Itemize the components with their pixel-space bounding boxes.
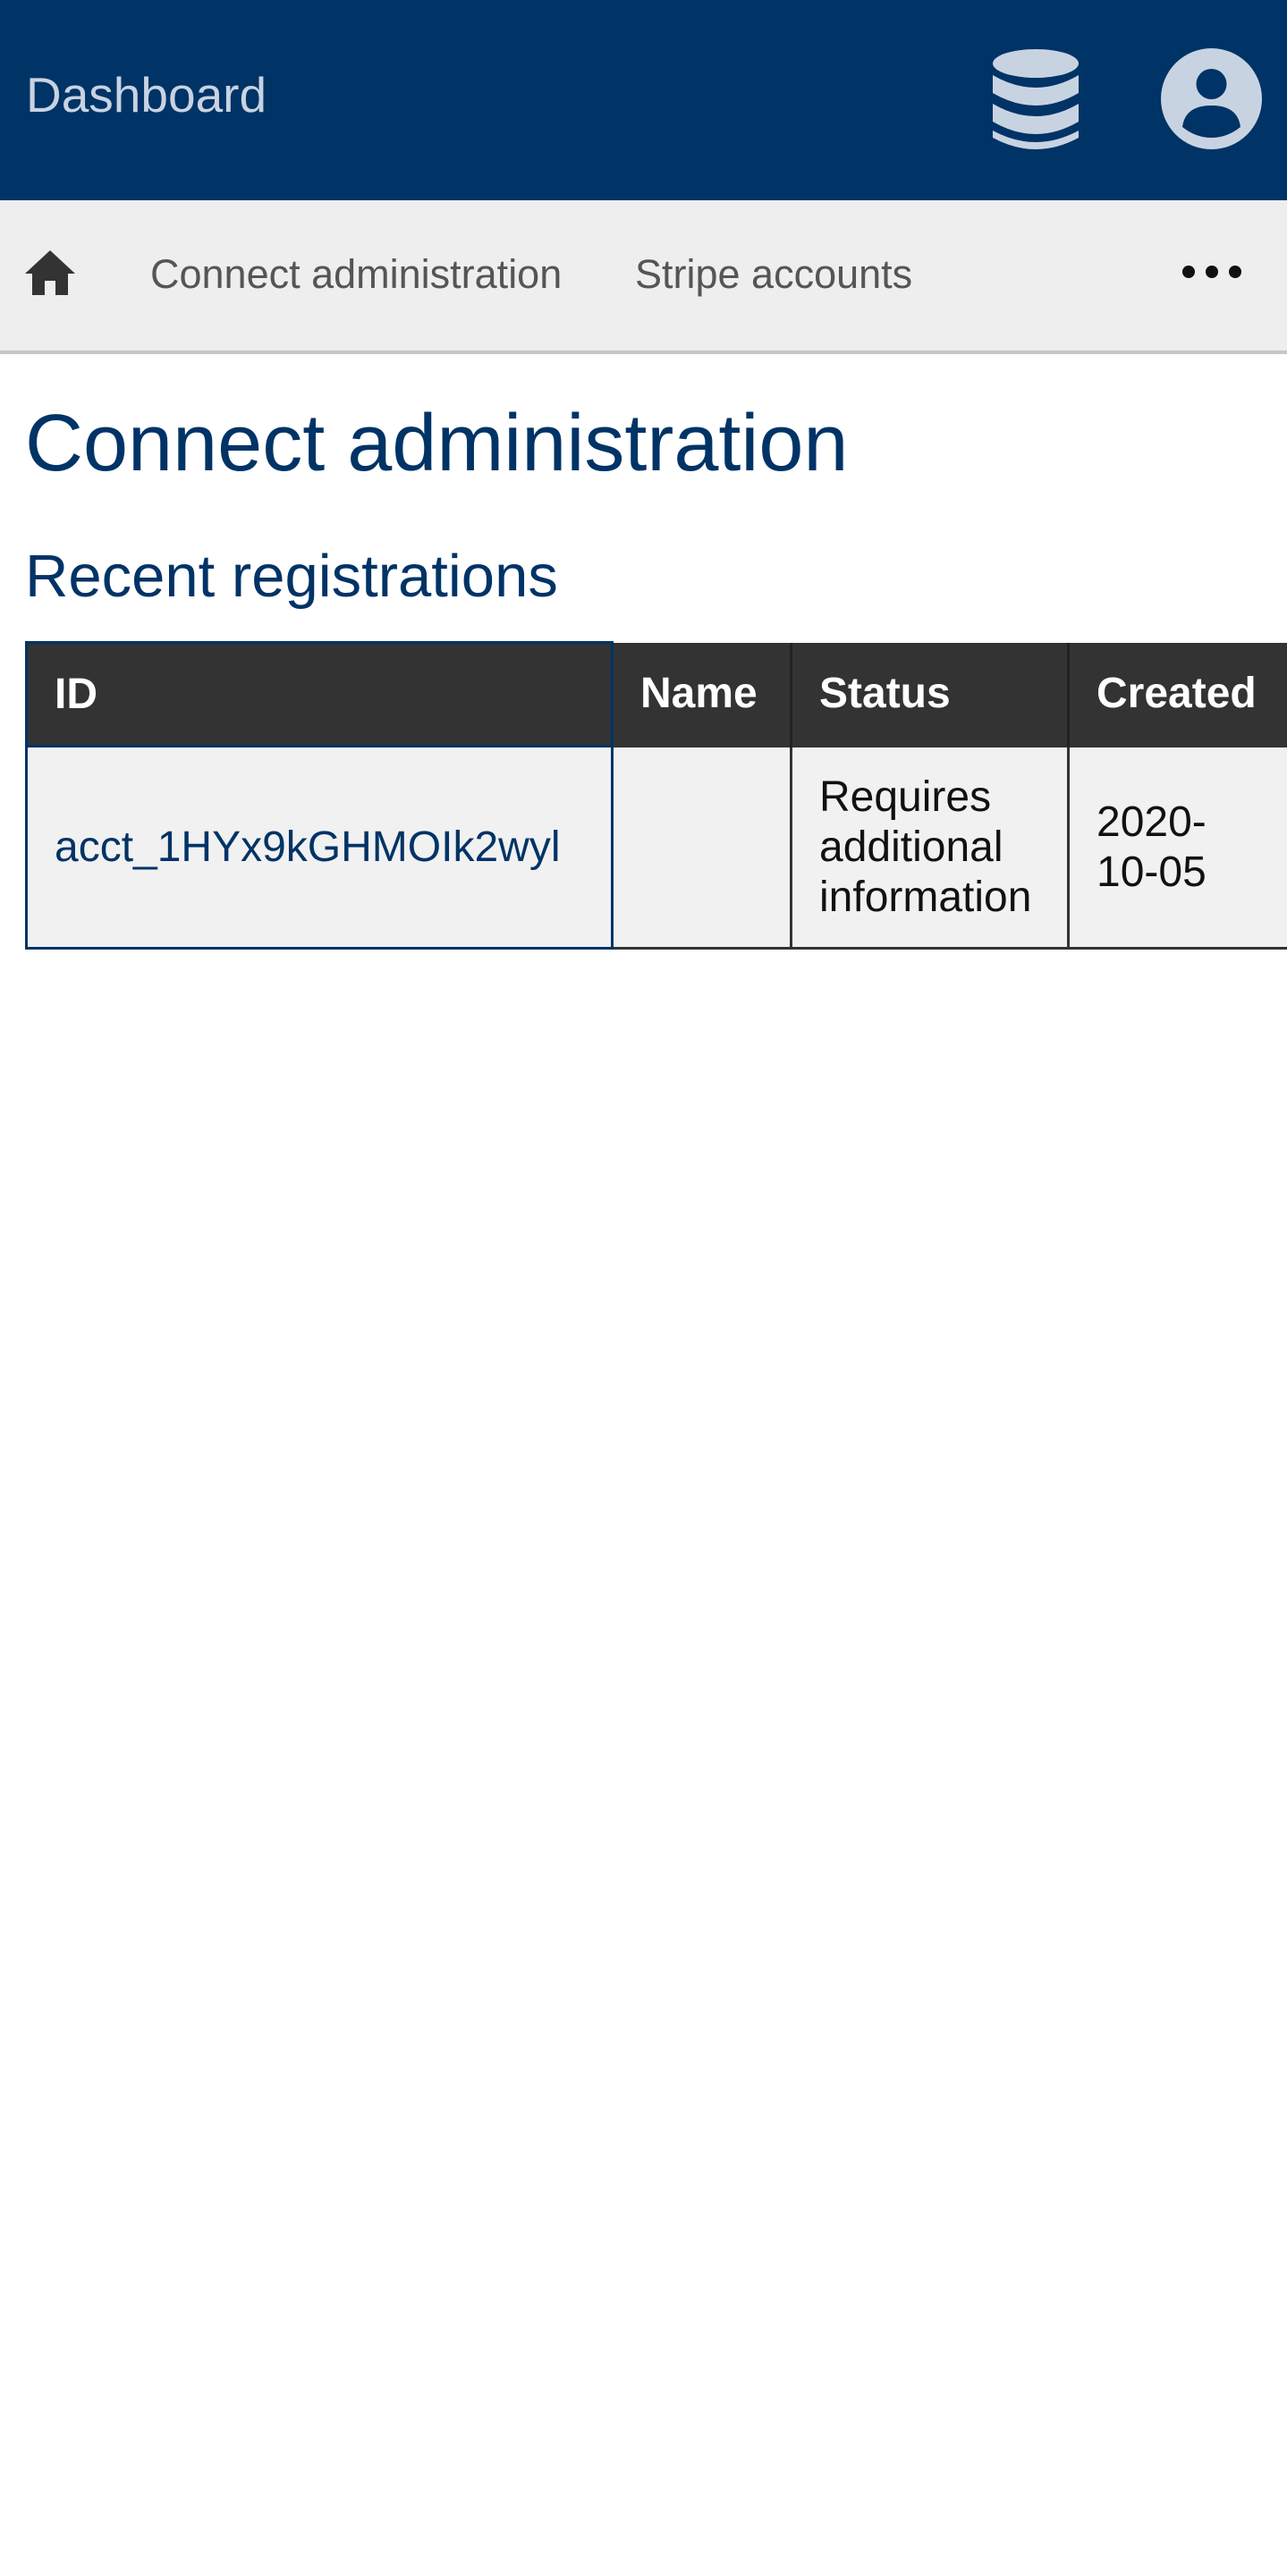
cell-name	[611, 745, 792, 950]
nav-link-connect-administration[interactable]: Connect administration	[150, 252, 562, 297]
column-header-created: Created	[1067, 642, 1287, 747]
account-circle-icon[interactable]	[1161, 48, 1262, 149]
table-header-row: ID Name Status Created	[25, 641, 1287, 747]
more-horizontal-icon[interactable]	[1181, 254, 1243, 290]
app-bar: Dashboard	[0, 0, 1287, 200]
account-id-link[interactable]: acct_1HYx9kGHMOIk2wyl	[55, 823, 560, 871]
dashboard-link[interactable]: Dashboard	[26, 70, 267, 120]
cell-created: 2020-10-05	[1067, 745, 1287, 950]
table-row: acct_1HYx9kGHMOIk2wyl Requires additiona…	[25, 745, 1287, 950]
secondary-nav: Connect administration Stripe accounts	[0, 200, 1287, 354]
section-title: Recent registrations	[25, 543, 558, 610]
cell-id: acct_1HYx9kGHMOIk2wyl	[25, 745, 614, 950]
page-title: Connect administration	[25, 399, 849, 488]
column-header-status: Status	[790, 642, 1070, 747]
registrations-table: ID Name Status Created acct_1HYx9kGHMOIk…	[25, 641, 1287, 950]
column-header-name: Name	[611, 642, 792, 747]
cell-status: Requires additional information	[790, 745, 1070, 950]
nav-link-stripe-accounts[interactable]: Stripe accounts	[635, 252, 912, 297]
home-icon[interactable]	[23, 247, 77, 300]
database-icon[interactable]	[991, 48, 1080, 151]
column-header-id: ID	[25, 641, 614, 747]
